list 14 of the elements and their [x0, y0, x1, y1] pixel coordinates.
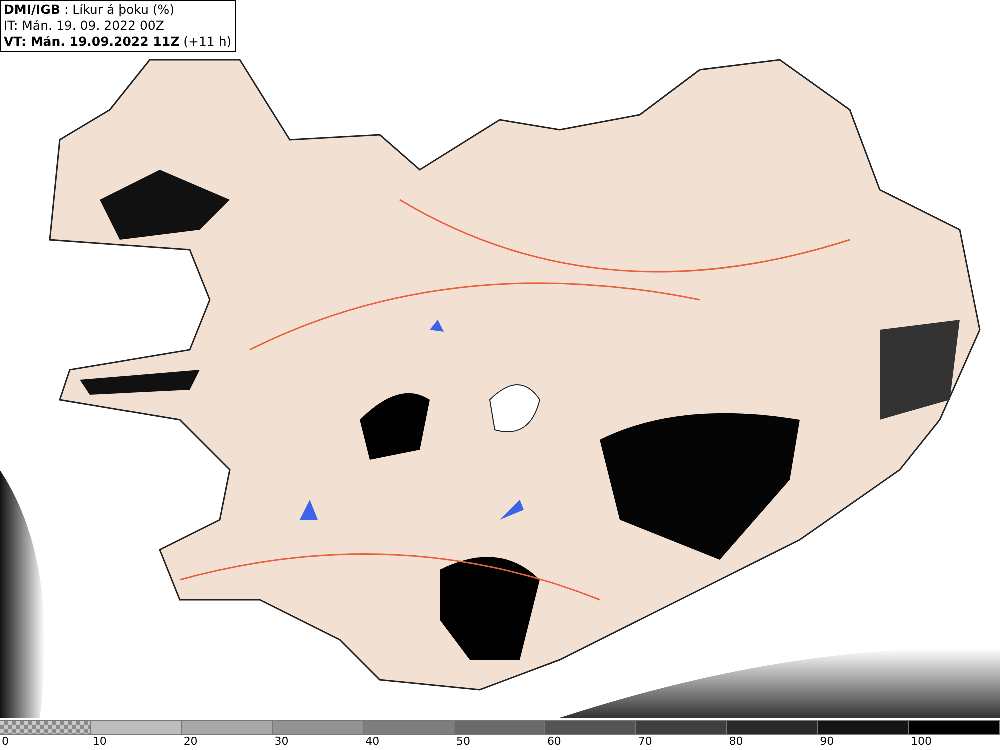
legend-tick-label: 80 [729, 735, 744, 748]
legend-tick-label: 100 [911, 735, 932, 748]
legend-tick-label: 30 [274, 735, 289, 748]
info-line: DMI/IGB : Líkur á þoku (%) [4, 2, 176, 18]
legend-tick-label: 60 [547, 735, 562, 748]
legend-tick-label: 50 [456, 735, 471, 748]
legend-tick-label: 10 [92, 735, 107, 748]
legend-tick-label: 40 [366, 735, 380, 748]
legend-tick-label: 70 [638, 735, 652, 748]
legend-tick-label: 20 [184, 735, 198, 748]
legend-tick-label: 0 [2, 735, 9, 748]
legend-tick-label: 90 [820, 735, 834, 748]
info-line: IT: Mán. 19. 09. 2022 00Z [4, 18, 166, 34]
info-line: VT: Mán. 19.09.2022 11Z (+11 h) [4, 34, 232, 50]
